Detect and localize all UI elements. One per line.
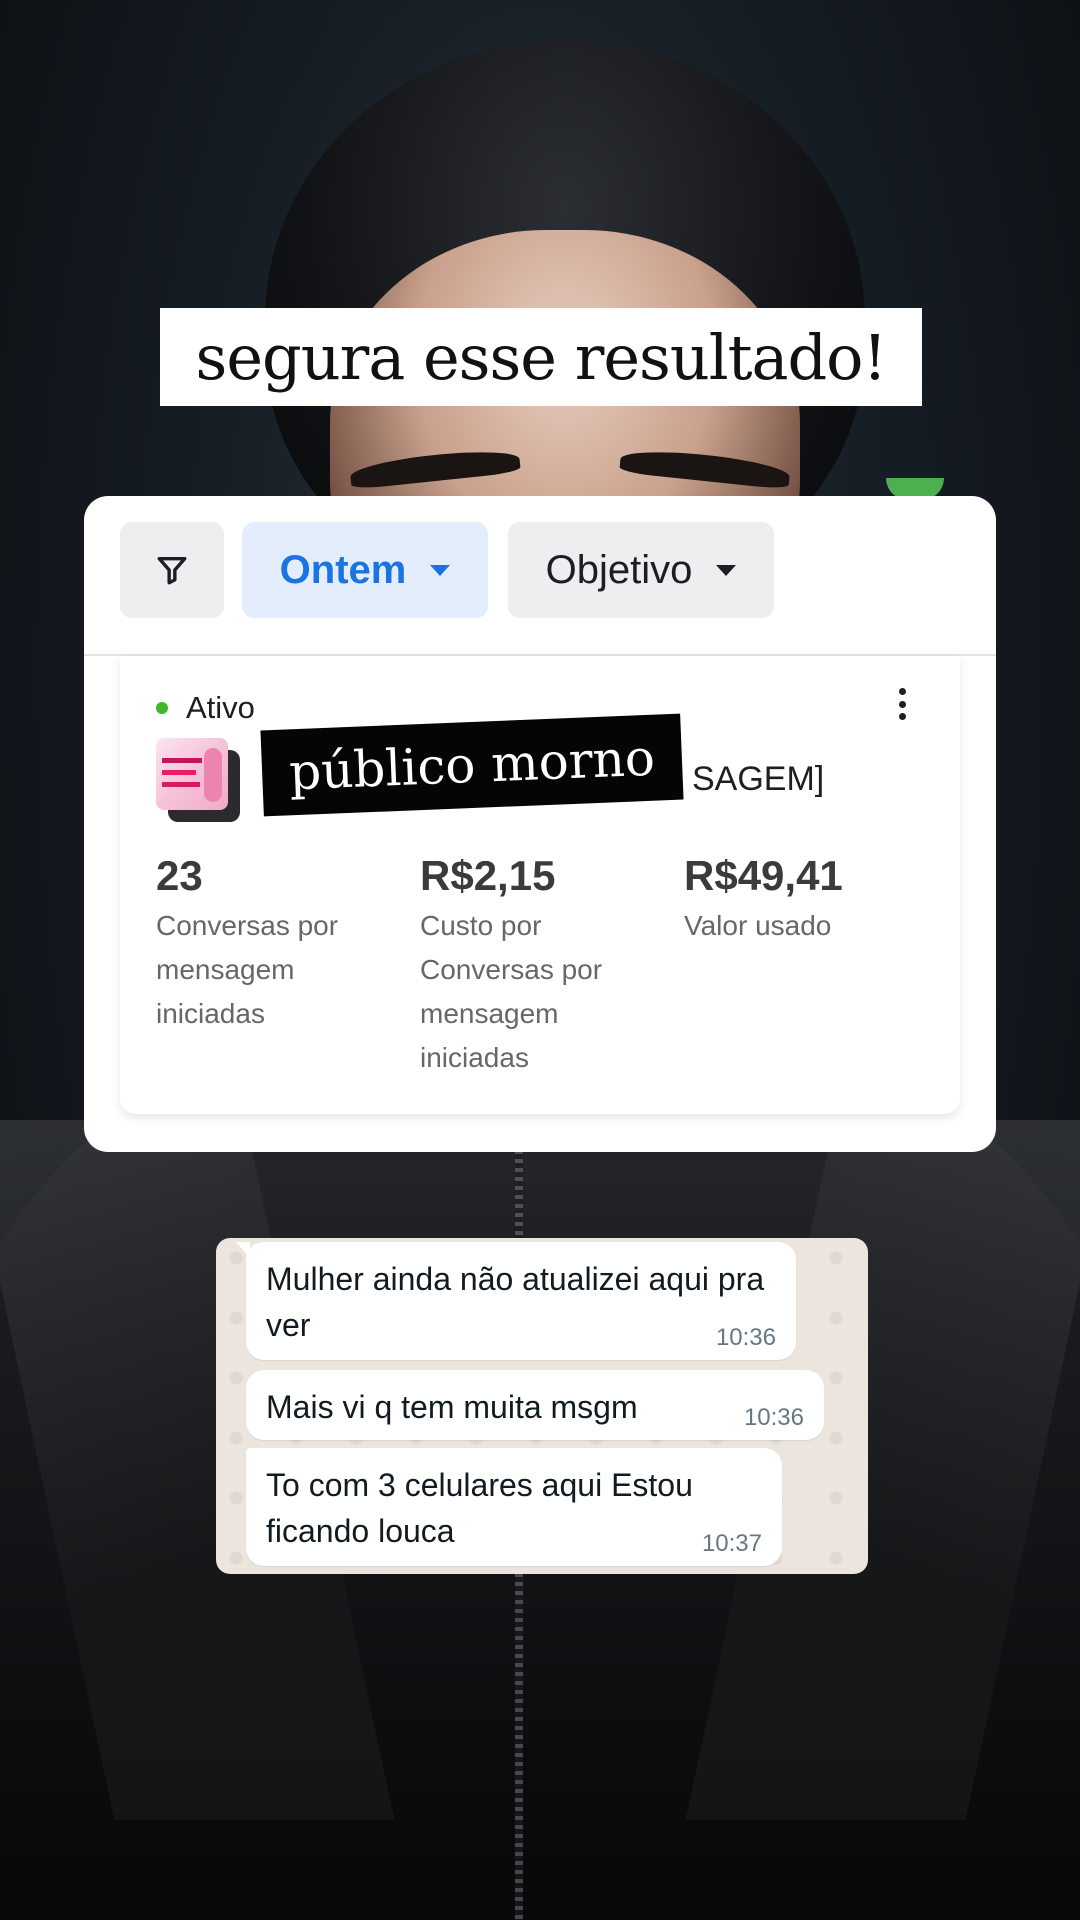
status-label: Ativo xyxy=(186,690,255,725)
metric-label: Conversas por mensagem iniciadas xyxy=(156,910,339,1029)
caret-down-icon xyxy=(716,564,737,576)
metric-amount-spent: R$49,41 Valor usado xyxy=(684,852,934,948)
bubble-tail xyxy=(236,1242,250,1258)
date-range-dropdown[interactable]: Ontem xyxy=(242,522,488,618)
audience-sticker: público morno xyxy=(260,713,684,817)
headline-sticker: segura esse resultado! xyxy=(160,308,922,406)
metric-value: R$2,15 xyxy=(420,852,556,899)
message-text: Mais vi q tem muita msgm xyxy=(266,1389,638,1425)
message-time: 10:36 xyxy=(715,1324,776,1351)
campaign-name[interactable]: SAGEM] xyxy=(692,760,824,799)
chat-message: Mais vi q tem muita msgm 10:36 xyxy=(246,1370,824,1440)
objective-dropdown[interactable]: Objetivo xyxy=(508,522,774,618)
metric-label: Valor usado xyxy=(684,910,832,941)
filter-button[interactable] xyxy=(120,522,224,618)
message-time: 10:37 xyxy=(701,1530,762,1557)
headline-text: segura esse resultado! xyxy=(195,320,888,394)
chat-message: Mulher ainda não atualizei aqui pra ver … xyxy=(236,1242,796,1360)
metric-conversations: 23 Conversas por mensagem iniciadas xyxy=(156,852,406,1036)
metric-label: Custo por Conversas por mensagem iniciad… xyxy=(420,910,603,1073)
status-dot-icon xyxy=(156,702,168,714)
metric-value: R$49,41 xyxy=(684,852,843,899)
caret-down-icon xyxy=(430,564,451,576)
campaign-thumbnail xyxy=(156,738,240,822)
ads-manager-card: Ontem Objetivo Ativo SAGEM] 23 Conversas… xyxy=(84,496,996,1152)
message-time: 10:36 xyxy=(743,1404,804,1431)
metric-cost-per-conversation: R$2,15 Custo por Conversas por mensagem … xyxy=(420,852,670,1080)
date-range-label: Ontem xyxy=(279,547,407,592)
objective-label: Objetivo xyxy=(545,547,693,592)
metric-value: 23 xyxy=(156,852,203,899)
message-text: Mulher ainda não atualizei aqui pra ver xyxy=(266,1261,765,1343)
campaign-status: Ativo xyxy=(156,690,255,726)
filter-icon xyxy=(157,556,187,585)
chat-message: To com 3 celulares aqui Estou ficando lo… xyxy=(246,1448,782,1566)
chat-screenshot: Mulher ainda não atualizei aqui pra ver … xyxy=(216,1238,868,1574)
more-options-icon[interactable] xyxy=(892,684,912,724)
audience-sticker-text: público morno xyxy=(288,728,656,802)
filter-bar: Ontem Objetivo xyxy=(84,496,996,656)
